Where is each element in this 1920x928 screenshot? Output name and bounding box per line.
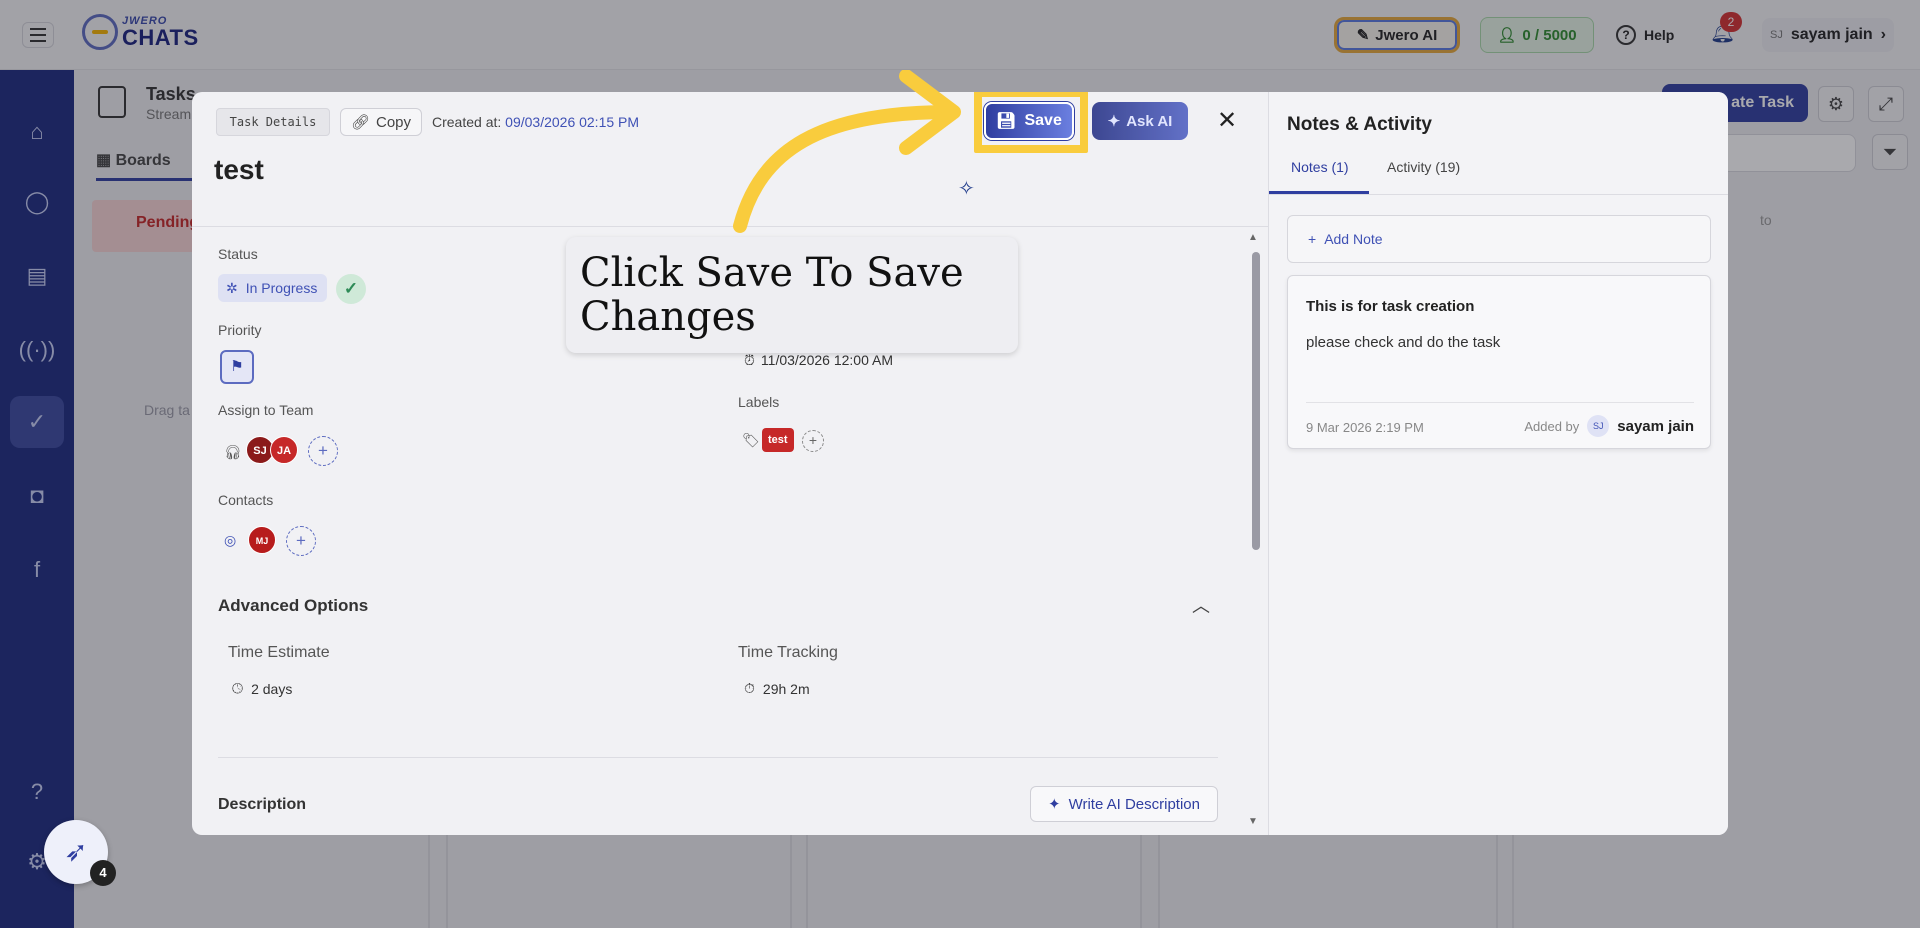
divider [1306, 402, 1694, 403]
close-icon[interactable]: ✕ [1212, 106, 1242, 136]
add-assignee-button[interactable]: + [308, 436, 338, 466]
scroll-up-icon[interactable]: ▲ [1248, 232, 1258, 243]
note-card[interactable]: This is for task creation please check a… [1287, 275, 1711, 449]
divider [1269, 194, 1728, 195]
write-ai-label: Write AI Description [1068, 795, 1200, 813]
launcher-badge: 4 [90, 860, 116, 886]
mark-complete-check-icon[interactable]: ✓ [336, 274, 366, 304]
contact-icon: ◎ [224, 532, 237, 548]
time-tracking-value[interactable]: ⏱︎ 29h 2m [744, 680, 810, 697]
divider [218, 757, 1218, 758]
contacts-label: Contacts [218, 492, 274, 508]
time-tracking-label: Time Tracking [738, 644, 838, 661]
alarm-icon: ⏰︎ [744, 352, 755, 368]
added-by-label: Added by [1524, 418, 1580, 434]
plus-icon: + [1308, 231, 1317, 247]
author-name: sayam jain [1617, 417, 1694, 435]
note-date: 9 Mar 2026 2:19 PM [1306, 420, 1424, 435]
note-body: please check and do the task [1306, 334, 1501, 351]
priority-flag-icon[interactable]: ⚑ [220, 350, 254, 384]
scrollbar-thumb[interactable] [1252, 252, 1260, 550]
tab-notes[interactable]: Notes (1) [1291, 159, 1349, 175]
floppy-disk-icon: 💾︎ [996, 113, 1017, 130]
due-date-value: 11/03/2026 12:00 AM [760, 352, 893, 368]
time-estimate-text: 2 days [251, 680, 293, 697]
advanced-options-title: Advanced Options [218, 596, 369, 615]
sparkle-icon: ✦ [1047, 796, 1061, 813]
headset-icon: 🎧︎ [224, 444, 242, 460]
tag-icon: 🏷︎ [742, 432, 760, 448]
stopwatch-icon: ⏱︎ [744, 680, 755, 696]
created-value: 09/03/2026 02:15 PM [505, 114, 640, 130]
assign-team-label: Assign to Team [218, 402, 314, 418]
copy-button[interactable]: 🔗︎ Copy [340, 108, 422, 136]
label-tag[interactable]: test [762, 428, 794, 452]
created-label: Created at: [432, 114, 502, 130]
notes-activity-panel: Notes & Activity Notes (1) Activity (19)… [1268, 92, 1728, 835]
task-title[interactable]: test [214, 154, 264, 186]
write-ai-description-button[interactable]: ✦ Write AI Description [1030, 786, 1218, 822]
avatar[interactable]: JA [270, 436, 298, 464]
add-label-button[interactable]: + [802, 430, 824, 452]
add-note-button[interactable]: + Add Note [1287, 215, 1711, 263]
status-dropdown[interactable]: ✲ In Progress [218, 274, 328, 302]
save-button[interactable]: 💾︎ Save [984, 102, 1074, 140]
copy-label: Copy [376, 113, 412, 131]
chevron-up-icon[interactable]: ︿ [1192, 592, 1210, 618]
ask-ai-button[interactable]: ✦ Ask AI [1092, 102, 1188, 140]
time-tracking-text: 29h 2m [762, 680, 810, 697]
clock-icon: 🕓︎ [232, 680, 244, 696]
notes-title: Notes & Activity [1287, 114, 1432, 135]
sparkle-icon: ✦ [1107, 113, 1121, 130]
add-contact-button[interactable]: + [286, 526, 316, 556]
tutorial-arrow-icon [733, 70, 961, 233]
note-author: Added by SJ sayam jain [1524, 415, 1694, 437]
note-title: This is for task creation [1306, 298, 1475, 315]
task-details-chip: Task Details [216, 108, 330, 136]
priority-label: Priority [218, 322, 262, 338]
status-value: In Progress [245, 280, 318, 296]
scroll-down-icon[interactable]: ▼ [1248, 816, 1258, 827]
avatar[interactable]: MJ [248, 526, 276, 554]
save-label: Save [1024, 112, 1062, 129]
add-note-label: Add Note [1324, 231, 1383, 247]
ask-ai-label: Ask AI [1126, 112, 1173, 130]
rocket-icon: ➶ [64, 836, 88, 867]
labels-label: Labels [738, 394, 780, 410]
tab-activity[interactable]: Activity (19) [1387, 159, 1460, 175]
due-date[interactable]: ⏰︎ 11/03/2026 12:00 AM [744, 352, 893, 369]
time-estimate-value[interactable]: 🕓︎ 2 days [232, 680, 292, 697]
tutorial-callout: Click Save To Save Changes [566, 237, 1018, 353]
loader-icon: ✲ [226, 279, 238, 296]
status-label: Status [218, 246, 258, 262]
description-title: Description [218, 796, 307, 813]
created-at: Created at: 09/03/2026 02:15 PM [432, 114, 639, 130]
time-estimate-label: Time Estimate [228, 644, 330, 661]
link-icon: 🔗︎ [350, 114, 370, 131]
avatar: SJ [1587, 415, 1610, 437]
